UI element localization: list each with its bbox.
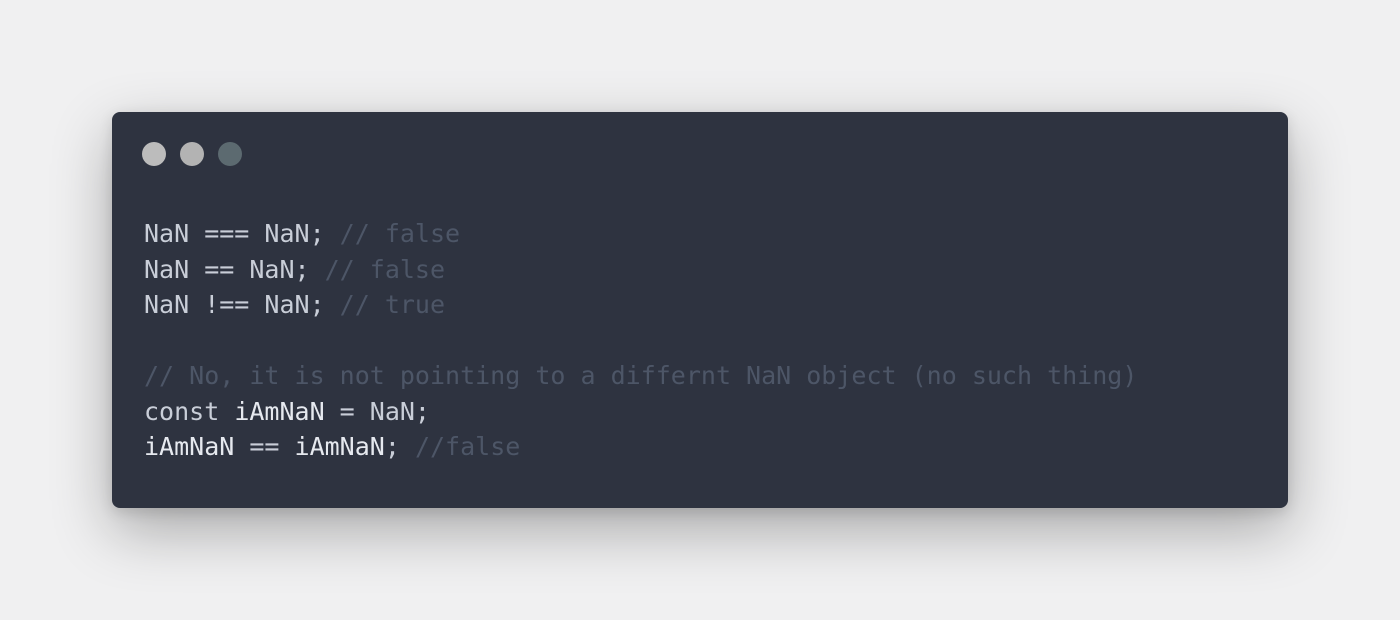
code-token-plain: NaN === NaN;: [144, 219, 340, 248]
code-token-comment: // false: [324, 254, 446, 284]
code-line: NaN == NaN; // false: [144, 252, 1137, 288]
code-token-plain: ;: [384, 432, 415, 461]
code-token-comment: // No, it is not pointing to a differnt …: [144, 361, 1138, 390]
close-dot[interactable]: [142, 142, 166, 166]
code-token-ident: iAmNaN: [234, 396, 325, 426]
code-line: iAmNaN == iAmNaN; //false: [144, 429, 1137, 465]
code-token-ident: iAmNaN: [144, 432, 235, 461]
minimize-dot[interactable]: [180, 142, 204, 166]
code-token-plain: NaN !== NaN;: [144, 290, 340, 319]
code-line: const iAmNaN = NaN;: [144, 394, 1137, 430]
code-token-plain: ==: [234, 432, 295, 461]
window-controls: [142, 142, 242, 166]
code-window: NaN === NaN; // false NaN == NaN; // fals…: [112, 112, 1288, 508]
code-token-plain: NaN == NaN;: [144, 254, 325, 284]
code-token-keyword: const: [144, 396, 235, 426]
code-token-comment: // true: [339, 290, 446, 319]
code-line: NaN === NaN; // false: [144, 216, 1137, 252]
code-line: // No, it is not pointing to a differnt …: [144, 358, 1137, 394]
code-block: NaN === NaN; // false NaN == NaN; // fals…: [144, 216, 1137, 465]
code-token-comment: // false: [339, 219, 461, 248]
code-line: NaN !== NaN; // true: [144, 287, 1137, 323]
maximize-dot[interactable]: [218, 142, 242, 166]
code-token-ident: iAmNaN: [294, 432, 385, 461]
code-token-comment: //false: [414, 432, 521, 461]
code-token-plain: = NaN;: [324, 396, 430, 426]
